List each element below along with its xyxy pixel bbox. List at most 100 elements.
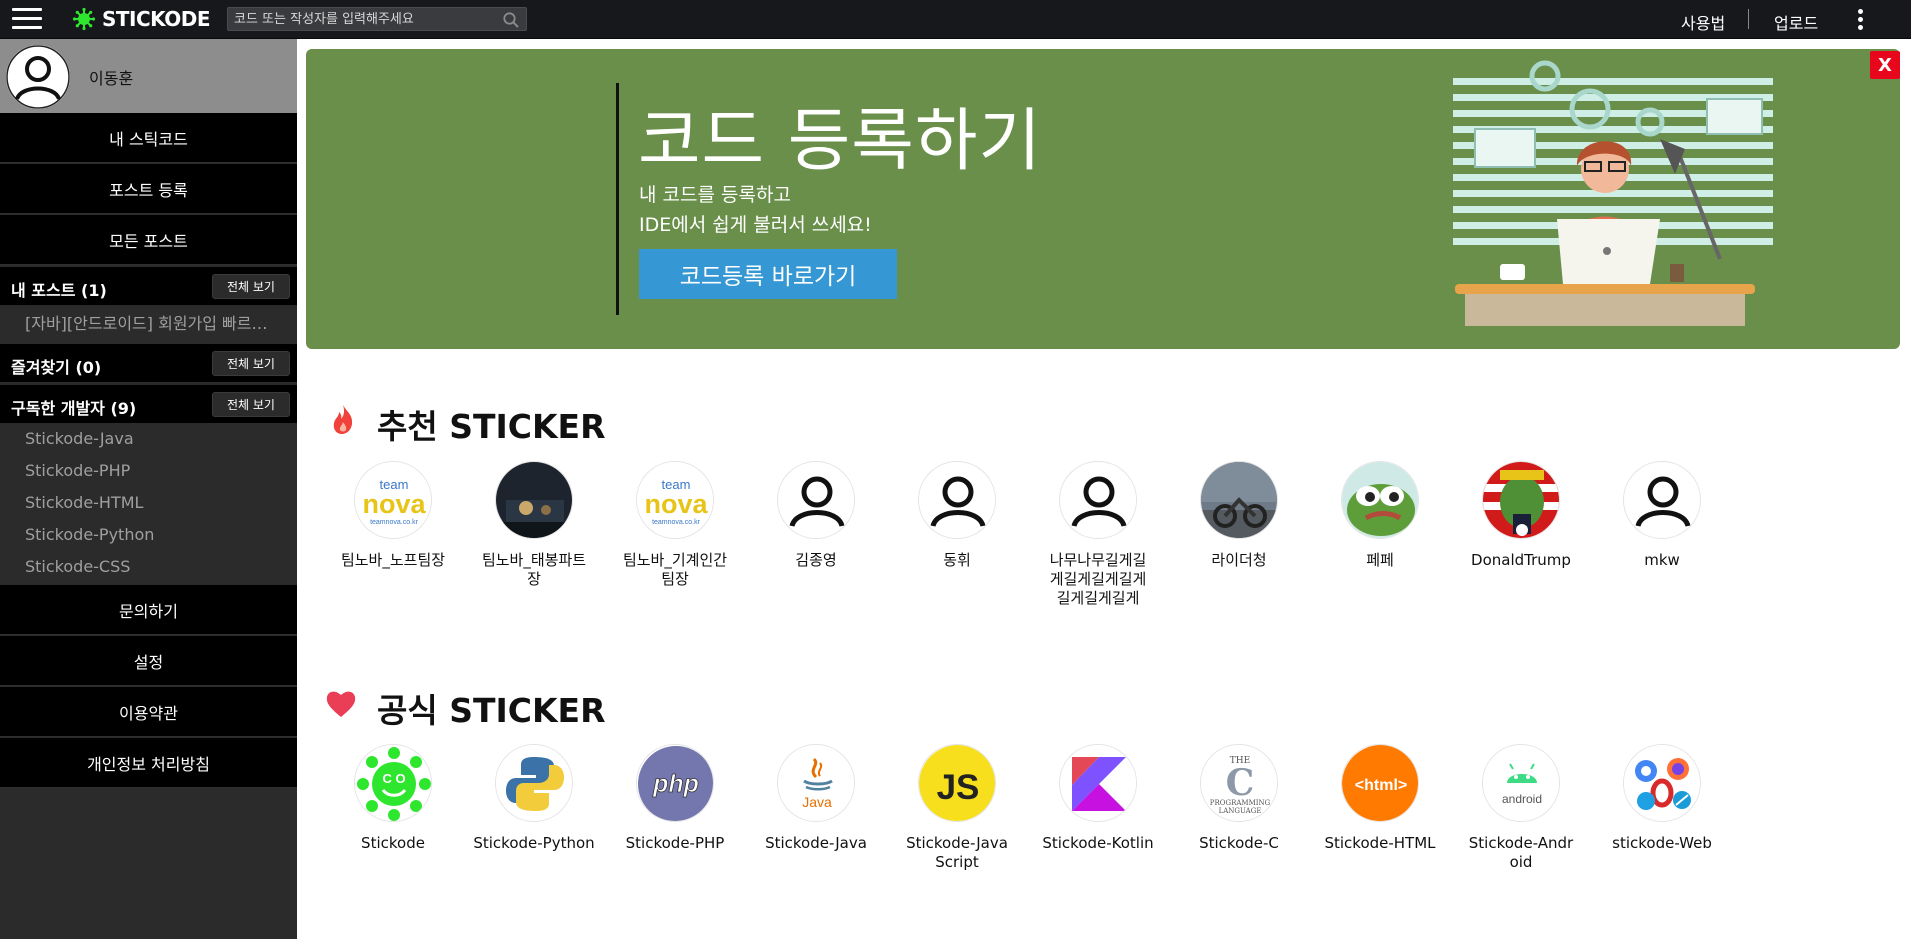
motorcycle-photo xyxy=(1200,461,1278,539)
official-sticker-item[interactable]: <html> Stickode-HTML xyxy=(1310,744,1450,853)
recommended-sticker-name: 팀노바_노프팀장 xyxy=(340,551,446,569)
search-icon[interactable] xyxy=(502,11,520,29)
svg-text:android: android xyxy=(1502,792,1542,806)
recommended-sticker-name: 라이더청 xyxy=(1211,551,1267,569)
nav-privacy-policy[interactable]: 개인정보 처리방침 xyxy=(0,738,297,788)
official-sticker-item[interactable]: stickode-Web xyxy=(1592,744,1732,853)
official-sticker-name: Stickode-C xyxy=(1199,834,1279,852)
nav-terms[interactable]: 이용약관 xyxy=(0,687,297,737)
php-logo: php xyxy=(636,744,714,822)
recommended-sticker-name: 팀노바_태봉파트장 xyxy=(481,551,587,588)
stickode-virus-icon xyxy=(72,7,96,31)
svg-text:Java: Java xyxy=(802,794,832,810)
svg-text:C: C xyxy=(1226,762,1255,804)
nav-all-posts[interactable]: 모든 포스트 xyxy=(0,215,297,265)
official-sticker-name: Stickode-Python xyxy=(473,834,595,852)
more-options-icon[interactable] xyxy=(1856,9,1864,31)
javascript-logo: JS xyxy=(918,744,996,822)
my-posts-label: 내 포스트 (1) xyxy=(11,281,107,300)
subscribed-item[interactable]: Stickode-Python xyxy=(0,519,297,551)
subscribed-view-all-button[interactable]: 전체 보기 xyxy=(212,392,290,417)
official-sticker-item[interactable]: android Stickode-Android xyxy=(1451,744,1591,872)
official-sticker-name: Stickode-PHP xyxy=(625,834,725,852)
recommended-sticker-title: 추천 STICKER xyxy=(377,407,606,446)
official-sticker-name: Stickode xyxy=(361,834,425,852)
official-sticker-name: Stickode-Java xyxy=(765,834,867,852)
official-sticker-title: 공식 STICKER xyxy=(377,691,606,730)
favorites-label: 즐겨찾기 (0) xyxy=(11,358,102,377)
fire-icon xyxy=(333,405,353,434)
recommended-sticker-item[interactable]: 동휘 xyxy=(887,461,1027,570)
teamnova-logo: team nova teamnova.co.kr xyxy=(636,461,714,539)
svg-text:nova: nova xyxy=(362,489,426,519)
favorites-view-all-button[interactable]: 전체 보기 xyxy=(212,351,290,376)
official-sticker-item[interactable]: THE C PROGRAMMING LANGUAGE Stickode-C xyxy=(1169,744,1309,853)
recommended-sticker-item[interactable]: mkw xyxy=(1592,461,1732,570)
recommended-sticker-item[interactable]: 라이더청 xyxy=(1169,461,1309,570)
recommended-sticker-item[interactable]: team nova teamnova.co.kr 팀노바_기계인간팀장 xyxy=(605,461,745,589)
my-post-item[interactable]: [자바][안드로이드] 회원가입 빠르게 만들기 xyxy=(0,308,297,340)
web-browsers-logo xyxy=(1623,744,1701,822)
dark-photo xyxy=(495,461,573,539)
subscribed-item[interactable]: Stickode-HTML xyxy=(0,487,297,519)
recommended-sticker-name: DonaldTrump xyxy=(1471,551,1571,569)
person-icon xyxy=(6,45,70,109)
banner-subtitle-line2: IDE에서 쉽게 불러서 쓰세요! xyxy=(639,214,872,236)
c-logo: THE C PROGRAMMING LANGUAGE xyxy=(1200,744,1278,822)
banner-divider xyxy=(616,83,619,315)
nav-inquiry[interactable]: 문의하기 xyxy=(0,585,297,635)
subscribed-label: 구독한 개발자 (9) xyxy=(11,399,137,418)
subscribed-item[interactable]: Stickode-CSS xyxy=(0,551,297,583)
stickode-logo[interactable]: STICKODE xyxy=(72,6,211,32)
my-posts-view-all-button[interactable]: 전체 보기 xyxy=(212,274,290,299)
developer-illustration xyxy=(1453,60,1773,326)
python-logo xyxy=(495,744,573,822)
search-box xyxy=(227,7,527,31)
subscribed-item[interactable]: Stickode-PHP xyxy=(0,455,297,487)
official-sticker-item[interactable]: Stickode-Python xyxy=(464,744,604,853)
official-sticker-item[interactable]: Java Stickode-Java xyxy=(746,744,886,853)
heart-icon xyxy=(326,691,356,717)
subscribed-item[interactable]: Stickode-Java xyxy=(0,423,297,455)
official-sticker-name: stickode-Web xyxy=(1612,834,1712,852)
user-profile[interactable]: 이동훈 xyxy=(0,39,297,113)
nav-my-stickode[interactable]: 내 스틱코드 xyxy=(0,113,297,163)
search-input[interactable] xyxy=(234,10,489,28)
person-icon xyxy=(1059,461,1137,539)
android-logo: android xyxy=(1482,744,1560,822)
user-name: 이동훈 xyxy=(89,69,134,88)
recommended-sticker-name: 나무나무길게길게길게길게길게길게길게길게 xyxy=(1049,551,1147,607)
recommended-sticker-name: 팀노바_기계인간팀장 xyxy=(622,551,728,588)
logo-text: STICKODE xyxy=(102,7,211,31)
official-sticker-name: Stickode-Kotlin xyxy=(1042,834,1154,852)
recommended-sticker-item[interactable]: DonaldTrump xyxy=(1451,461,1591,570)
recommended-sticker-name: 동휘 xyxy=(943,551,971,569)
upload-link[interactable]: 업로드 xyxy=(1774,10,1818,34)
recommended-sticker-item[interactable]: 팀노바_태봉파트장 xyxy=(464,461,604,589)
svg-text:php: php xyxy=(652,770,699,798)
usage-link[interactable]: 사용법 xyxy=(1681,10,1725,34)
person-icon xyxy=(777,461,855,539)
official-sticker-item[interactable]: C O Stickode xyxy=(323,744,463,853)
official-sticker-item[interactable]: Stickode-Kotlin xyxy=(1028,744,1168,853)
html-logo: <html> xyxy=(1341,744,1419,822)
official-sticker-name: Stickode-Android xyxy=(1468,834,1574,871)
top-bar: STICKODE 사용법 업로드 xyxy=(0,0,1911,39)
register-code-button[interactable]: 코드등록 바로가기 xyxy=(639,249,897,299)
official-sticker-item[interactable]: JS Stickode-JavaScript xyxy=(887,744,1027,872)
recommended-sticker-item[interactable]: 나무나무길게길게길게길게길게길게길게길게 xyxy=(1028,461,1168,608)
svg-text:teamnova.co.kr: teamnova.co.kr xyxy=(652,519,701,526)
recommended-sticker-item[interactable]: 페페 xyxy=(1310,461,1450,570)
hamburger-menu-icon[interactable] xyxy=(12,8,42,30)
nav-settings[interactable]: 설정 xyxy=(0,636,297,686)
svg-text:<html>: <html> xyxy=(1355,777,1407,794)
banner-close-button[interactable]: X xyxy=(1870,51,1900,79)
svg-text:PROGRAMMING: PROGRAMMING xyxy=(1210,799,1271,807)
nav-post-register[interactable]: 포스트 등록 xyxy=(0,164,297,214)
recommended-sticker-item[interactable]: 김종영 xyxy=(746,461,886,570)
recommended-sticker-item[interactable]: team nova teamnova.co.kr 팀노바_노프팀장 xyxy=(323,461,463,570)
svg-text:teamnova.co.kr: teamnova.co.kr xyxy=(370,519,419,526)
official-sticker-item[interactable]: php Stickode-PHP xyxy=(605,744,745,853)
person-icon xyxy=(1623,461,1701,539)
pepe-frog xyxy=(1341,461,1419,539)
